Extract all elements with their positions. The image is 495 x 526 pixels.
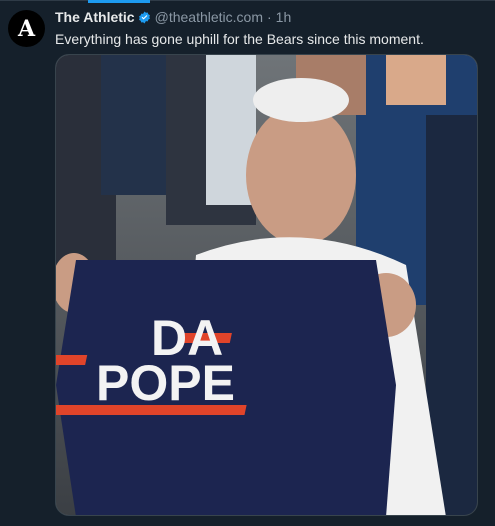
handle[interactable]: @theathletic.com: [155, 9, 263, 25]
verified-badge-icon: [138, 11, 151, 24]
tweet-header: The Athletic @theathletic.com · 1h: [55, 8, 291, 26]
avatar-letter: A: [17, 15, 36, 42]
avatar[interactable]: A: [8, 10, 45, 47]
timestamp[interactable]: 1h: [276, 9, 292, 25]
tweet-text: Everything has gone uphill for the Bears…: [55, 31, 424, 47]
tweet-media-image[interactable]: DA POPE: [55, 54, 478, 516]
tweet-container: A The Athletic @theathletic.com · 1h Eve…: [0, 0, 495, 526]
top-divider: [0, 0, 495, 1]
display-name[interactable]: The Athletic: [55, 9, 135, 25]
active-tab-indicator: [88, 0, 150, 3]
separator-dot: ·: [266, 9, 272, 25]
media-photo: DA POPE: [56, 55, 477, 515]
shirt-text-line2: POPE: [96, 355, 235, 411]
